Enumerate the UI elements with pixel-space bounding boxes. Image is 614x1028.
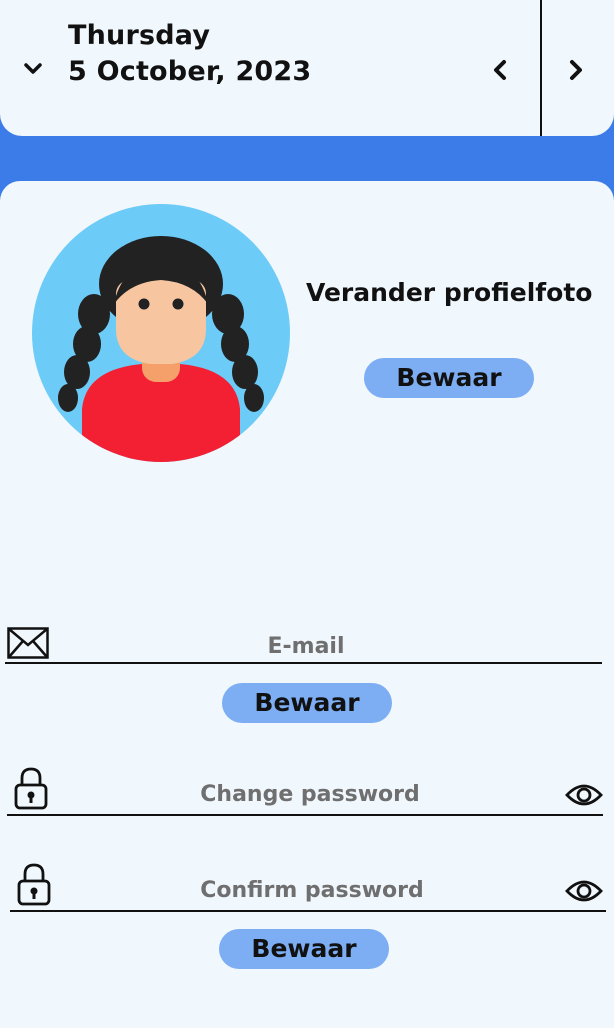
confirm-password-underline bbox=[10, 910, 606, 912]
change-password-field[interactable] bbox=[60, 778, 560, 810]
lock-icon bbox=[17, 863, 51, 906]
change-password-underline bbox=[7, 814, 603, 816]
girl-avatar[interactable] bbox=[32, 204, 290, 462]
envelope-icon bbox=[7, 627, 49, 659]
header-divider bbox=[540, 0, 542, 136]
eye-icon[interactable] bbox=[565, 781, 603, 809]
email-underline bbox=[5, 662, 602, 664]
chevron-down-icon[interactable] bbox=[22, 58, 44, 80]
confirm-password-field[interactable] bbox=[60, 874, 564, 906]
date-header: Thursday 5 October, 2023 bbox=[0, 0, 614, 136]
save-email-button[interactable]: Bewaar bbox=[222, 683, 392, 723]
date-full: 5 October, 2023 bbox=[68, 56, 312, 87]
date-day: Thursday bbox=[68, 20, 211, 51]
email-field[interactable] bbox=[60, 630, 552, 662]
chevron-right-icon[interactable] bbox=[560, 54, 592, 86]
chevron-left-icon[interactable] bbox=[484, 54, 516, 86]
eye-icon[interactable] bbox=[565, 877, 603, 905]
change-photo-label[interactable]: Verander profielfoto bbox=[306, 278, 592, 307]
save-photo-button[interactable]: Bewaar bbox=[364, 358, 534, 398]
save-password-button[interactable]: Bewaar bbox=[219, 929, 389, 969]
lock-icon bbox=[14, 767, 48, 810]
